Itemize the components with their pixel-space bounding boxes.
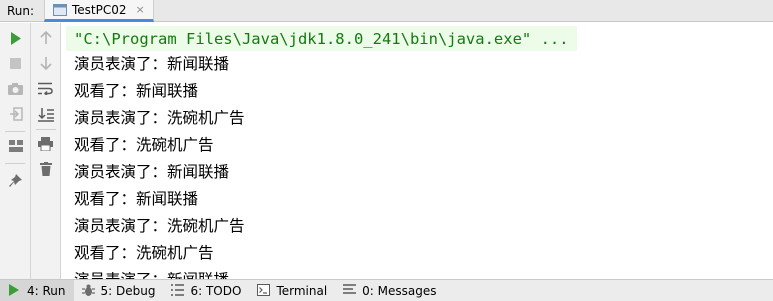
terminal-tool-button[interactable]: Terminal [249,280,335,301]
print-icon[interactable] [37,135,54,152]
todo-tool-label: 6: TODO [190,283,242,298]
console-output[interactable]: "C:\Program Files\Java\jdk1.8.0_241\bin\… [62,23,773,279]
scroll-down-icon[interactable] [37,54,54,71]
console-line: 演员表演了：洗碗机广告 [74,216,245,235]
console-toolbar [31,23,61,279]
messages-icon [343,283,357,298]
debug-tool-button[interactable]: 5: Debug [74,280,164,301]
run-tool-window-header: Run: TestPC02 × [0,0,773,22]
rerun-icon[interactable] [7,30,24,47]
todo-tool-button[interactable]: 6: TODO [163,280,249,301]
console-line: 演员表演了：新闻联播 [74,265,229,280]
terminal-tool-label: Terminal [276,283,328,298]
scroll-up-icon[interactable] [37,29,54,46]
bug-icon [81,284,96,298]
console-line: 观看了：洗碗机广告 [74,243,214,262]
scroll-to-end-icon[interactable] [37,106,54,123]
console-line: 观看了：洗碗机广告 [74,135,214,154]
pin-icon[interactable] [7,172,24,189]
debug-tool-label: 5: Debug [100,283,156,298]
list-icon [171,283,185,298]
terminal-icon [257,283,271,298]
console-line: 演员表演了：新闻联播 [74,54,230,73]
run-icon [8,283,22,298]
tab-label: TestPC02 [72,2,127,17]
camera-dump-icon[interactable] [7,80,24,97]
console-tab-icon [53,3,67,16]
layout-icon[interactable] [7,137,24,154]
run-tool-button[interactable]: 4: Run [0,279,74,301]
tab-testpc02[interactable]: TestPC02 × [44,0,154,22]
console-line: 观看了：新闻联播 [74,81,199,100]
console-line: 演员表演了：新闻联播 [74,162,230,181]
soft-wrap-icon[interactable] [37,80,54,97]
stop-icon[interactable] [7,55,24,72]
close-tab-icon[interactable]: × [136,3,145,16]
run-tool-label: 4: Run [27,283,66,298]
trash-icon[interactable] [37,160,54,177]
messages-tool-label: 0: Messages [362,283,437,298]
run-toolbar [0,23,31,279]
messages-tool-button[interactable]: 0: Messages [335,280,444,301]
console-line: 演员表演了：洗碗机广告 [74,108,245,127]
console-line: 观看了：新闻联播 [74,189,199,208]
tool-window-bar: 4: Run 5: Debug 6: TODO Terminal 0: Mess… [0,279,773,301]
run-label: Run: [7,3,35,18]
exit-icon[interactable] [7,105,24,122]
java-command-line: "C:\Program Files\Java\jdk1.8.0_241\bin\… [66,26,577,51]
